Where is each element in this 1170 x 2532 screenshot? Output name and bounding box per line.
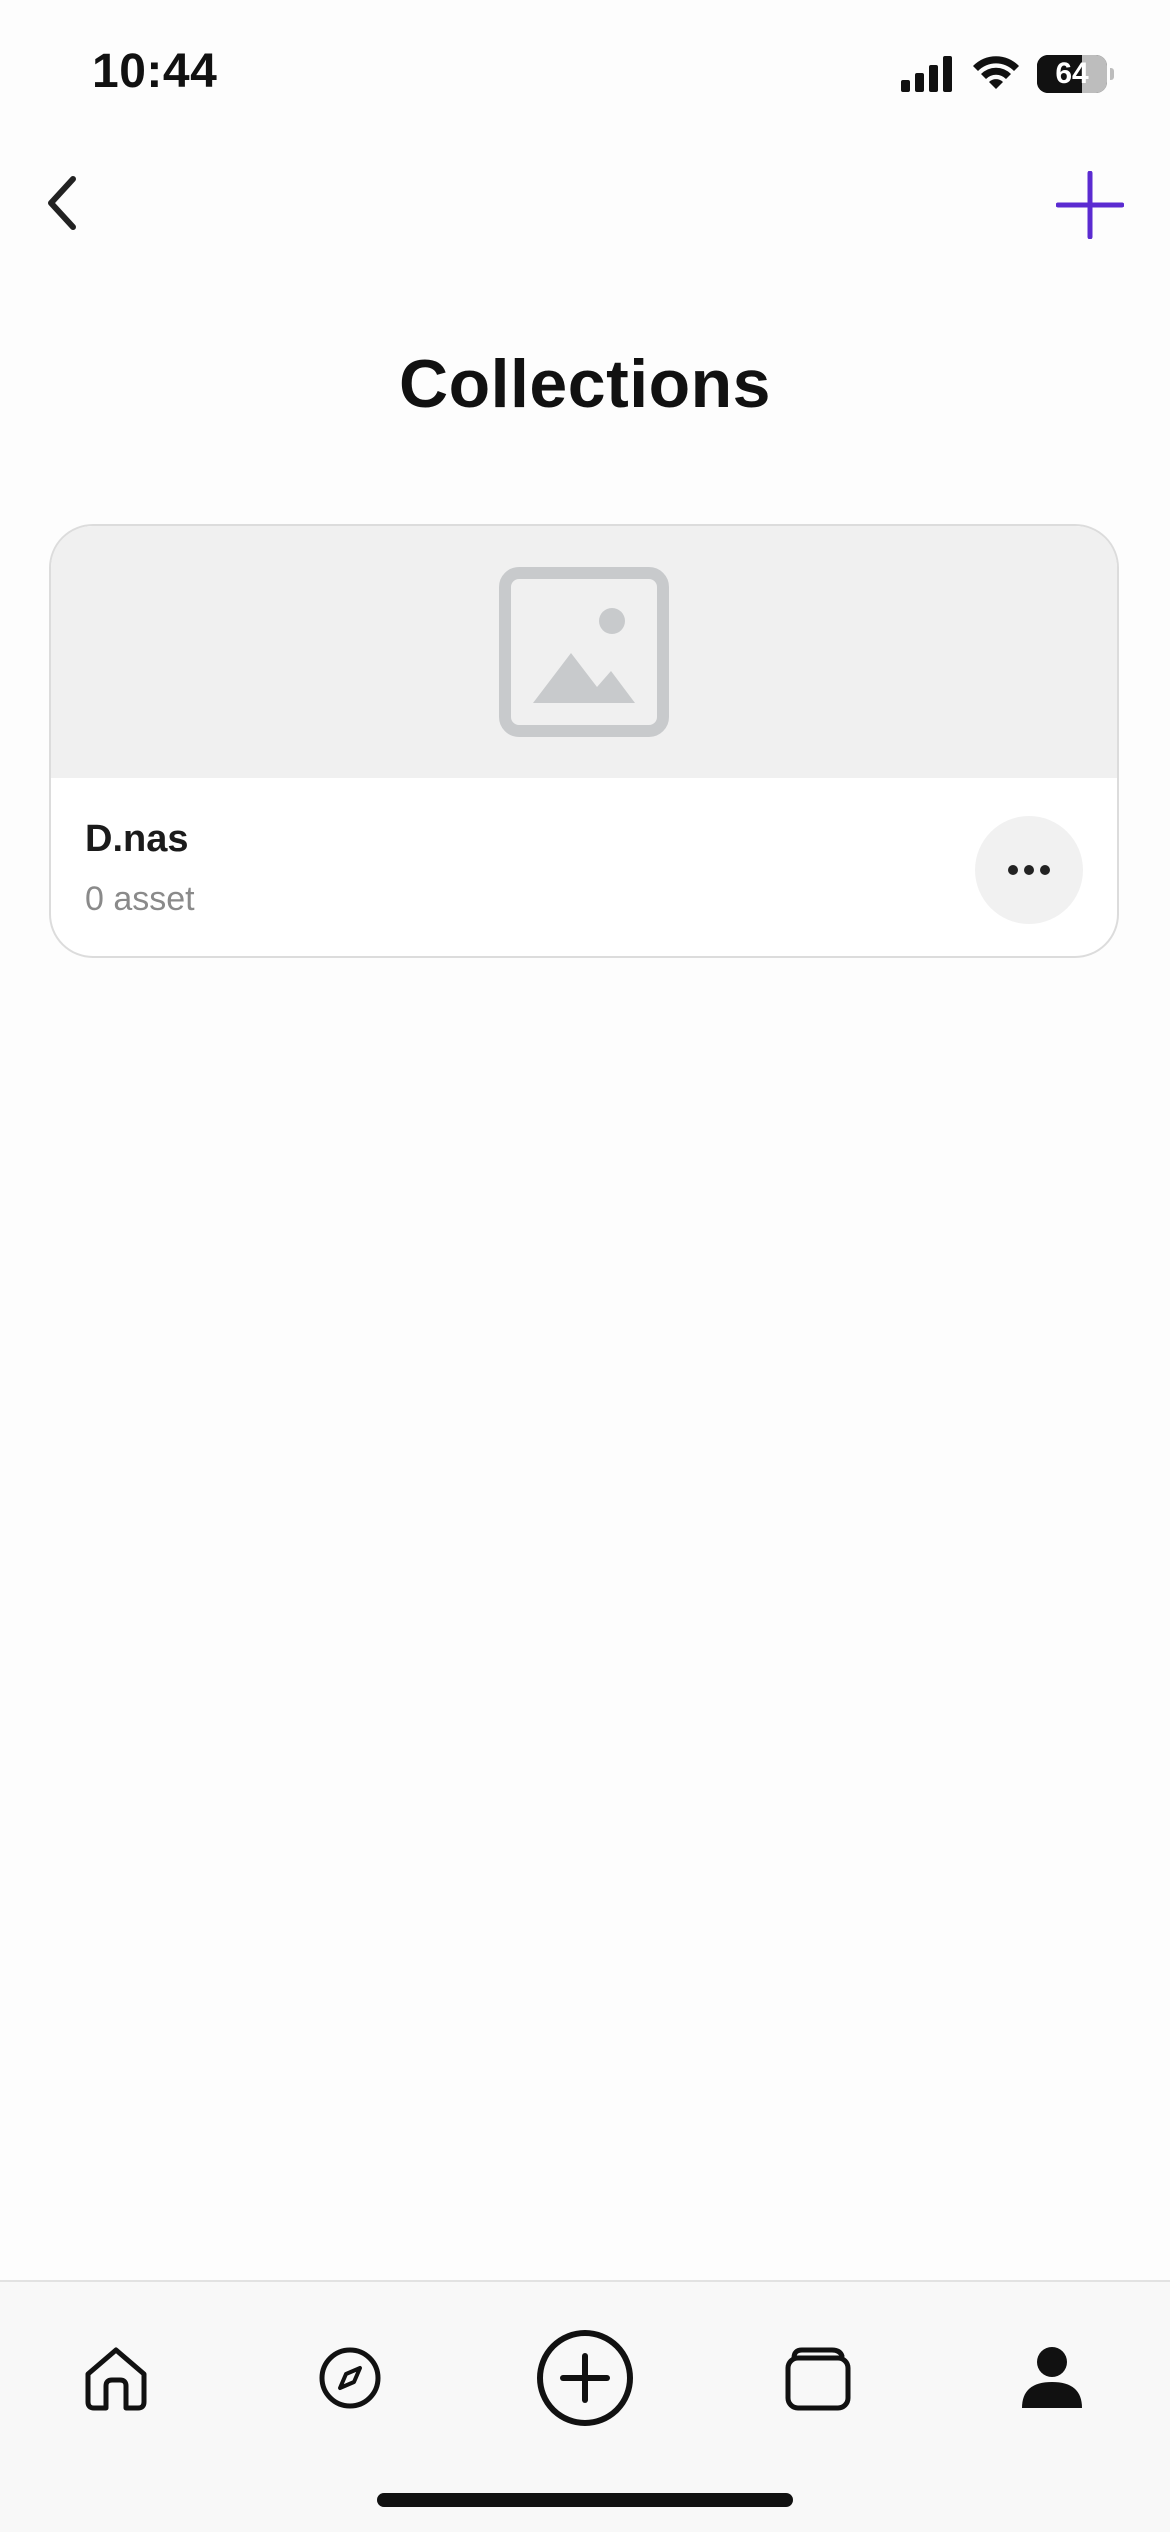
battery-icon: 64 (1037, 55, 1107, 93)
plus-circle-icon (537, 2330, 633, 2426)
page-title: Collections (399, 346, 771, 422)
tab-collections[interactable] (758, 2318, 878, 2438)
wifi-icon (973, 56, 1019, 89)
tab-profile[interactable] (992, 2318, 1112, 2438)
image-placeholder-icon (499, 567, 669, 737)
battery-tip (1110, 68, 1114, 80)
tab-home[interactable] (56, 2318, 176, 2438)
compass-icon (319, 2347, 381, 2409)
status-icons: 64 (901, 50, 1114, 98)
tab-create[interactable] (525, 2318, 645, 2438)
collection-asset-count: 0 asset (85, 880, 195, 918)
collection-card[interactable]: D.nas 0 asset (49, 524, 1119, 958)
ellipsis-icon (1008, 865, 1050, 875)
home-icon (85, 2347, 147, 2411)
home-indicator (377, 2493, 793, 2507)
cellular-signal-icon (901, 56, 952, 92)
status-bar: 10:44 64 (0, 0, 1170, 150)
profile-icon (1022, 2347, 1082, 2408)
status-time: 10:44 (92, 45, 218, 98)
collection-thumbnail (51, 526, 1117, 778)
tab-explore[interactable] (290, 2318, 410, 2438)
plus-icon (1056, 171, 1124, 239)
collections-icon (785, 2347, 851, 2411)
chevron-left-icon (48, 176, 76, 230)
battery-level: 64 (1055, 57, 1089, 90)
add-collection-button[interactable] (1050, 165, 1130, 245)
back-button[interactable] (28, 168, 98, 238)
collection-name: D.nas (85, 818, 189, 860)
collection-more-button[interactable] (975, 816, 1083, 924)
